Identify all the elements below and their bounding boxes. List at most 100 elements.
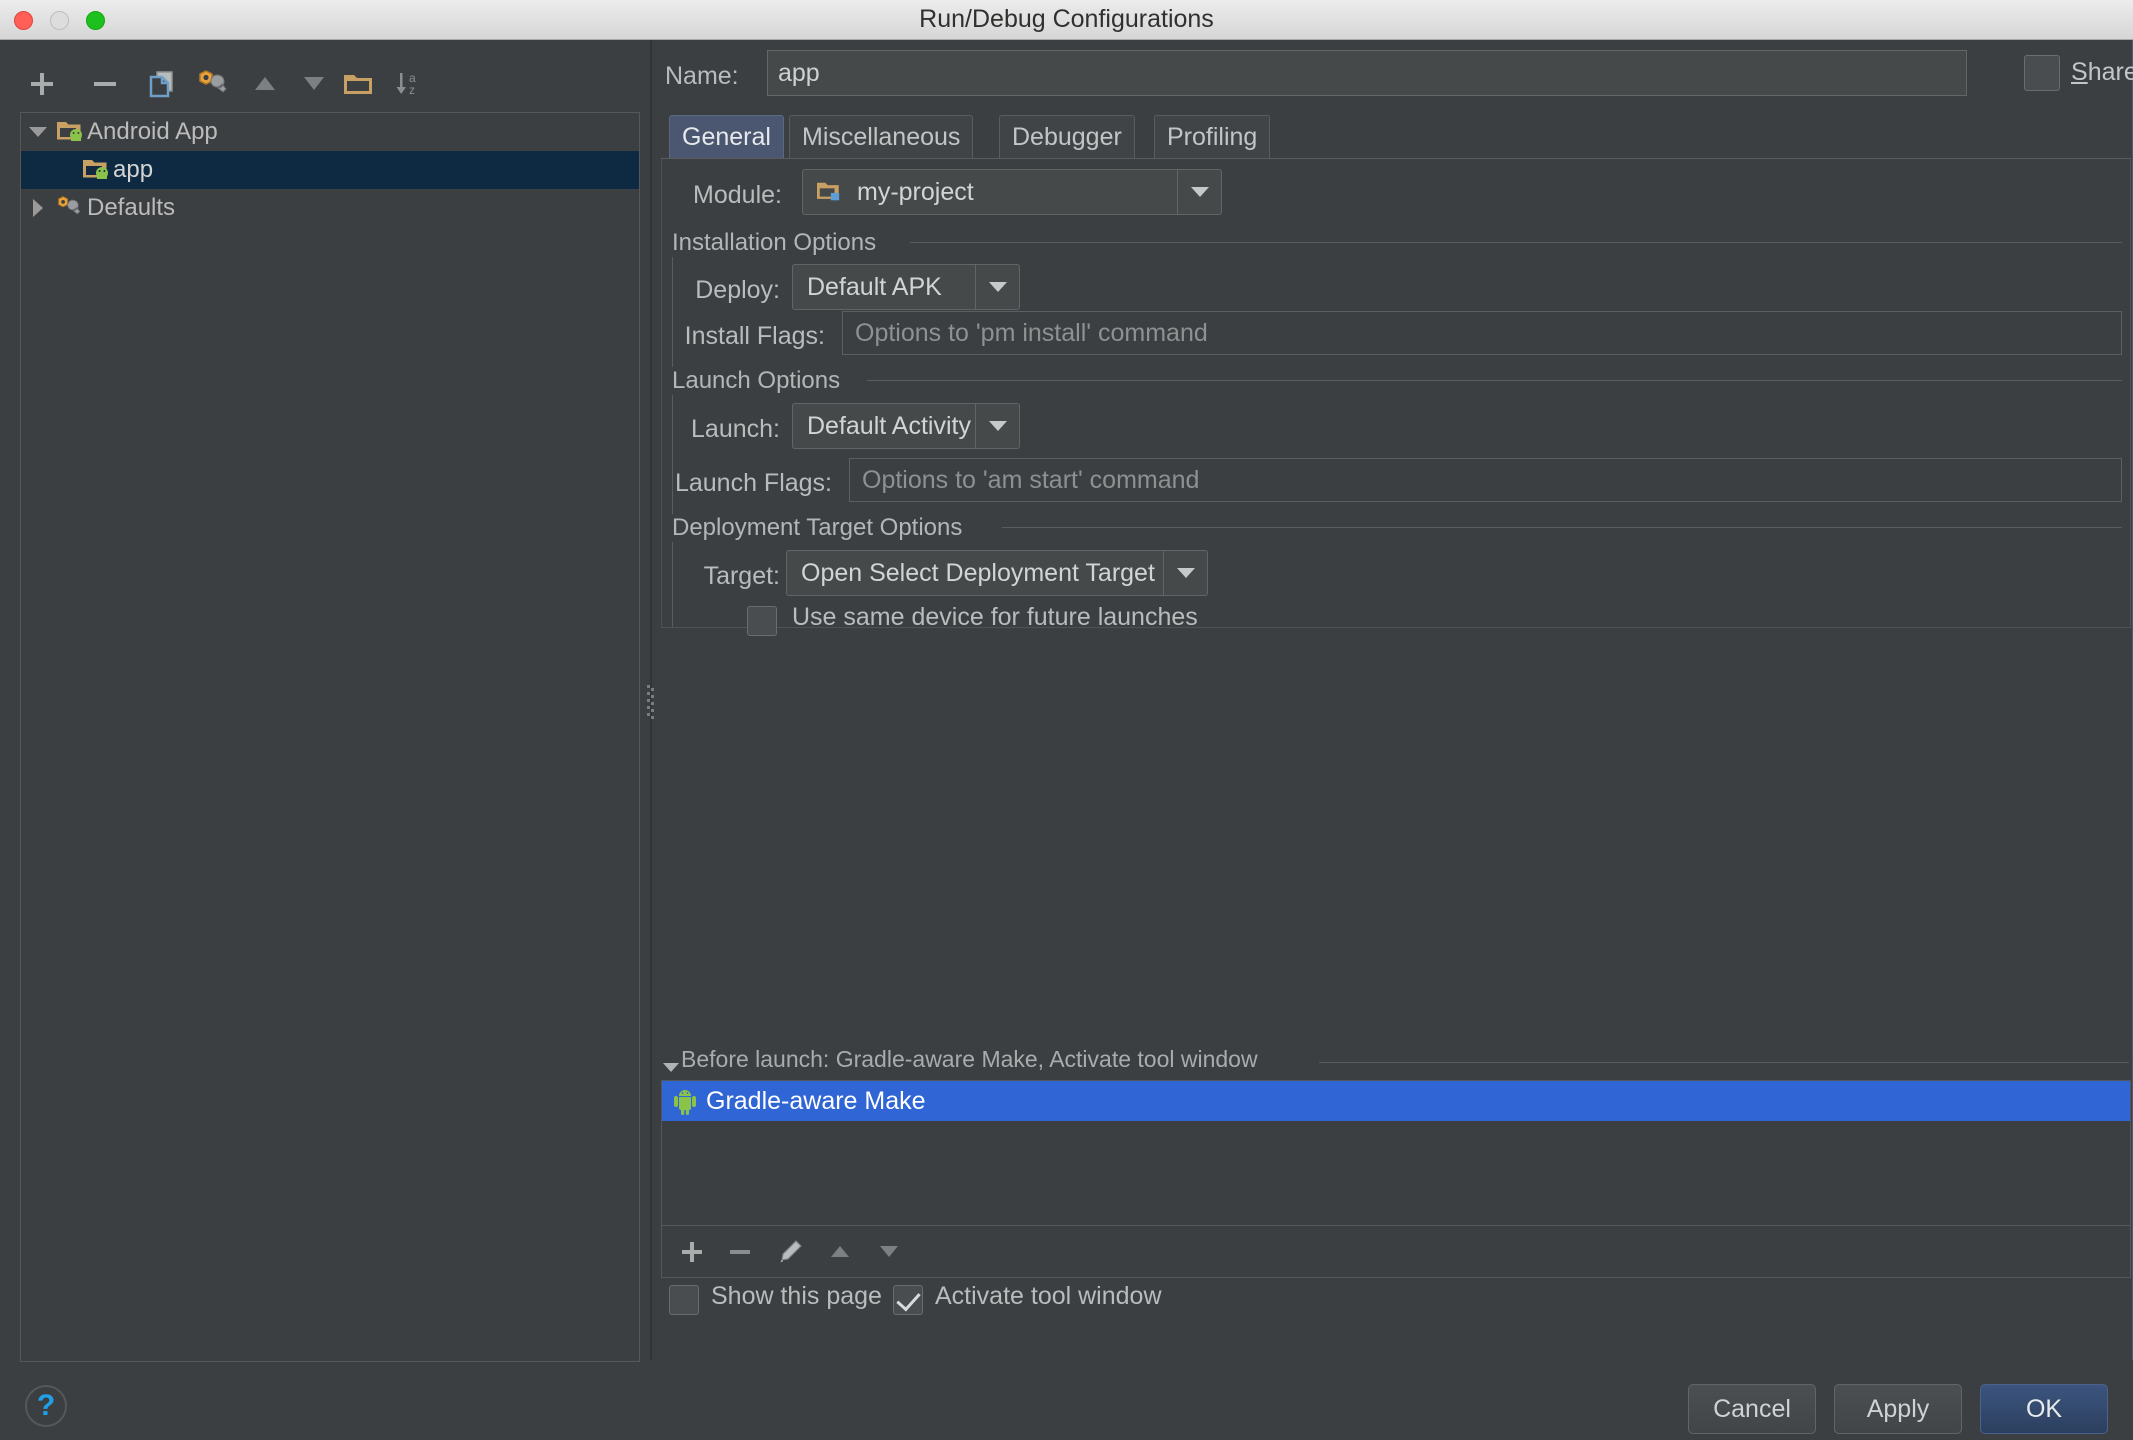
tree-item-label: app — [113, 156, 154, 183]
installation-options-title: Installation Options — [672, 229, 889, 257]
module-dropdown-arrow-icon[interactable] — [1177, 170, 1221, 214]
deploy-label: Deploy: — [695, 276, 780, 304]
before-launch-collapse-arrow-icon[interactable] — [663, 1063, 679, 1072]
tree-item-app[interactable]: app — [21, 151, 639, 189]
activate-tool-window-label: Activate tool window — [935, 1282, 1162, 1310]
folder-icon — [344, 75, 372, 94]
dialog-body: a z Android App app Defaults Name: app S… — [0, 40, 2133, 1440]
show-this-page-checkbox[interactable] — [669, 1285, 699, 1315]
launch-combobox[interactable]: Default Activity — [792, 403, 1020, 449]
before-launch-add-button[interactable] — [670, 1230, 714, 1274]
module-combobox[interactable]: my-project — [802, 169, 1222, 215]
tree-item-defaults[interactable]: Defaults — [21, 189, 639, 227]
deploy-combobox[interactable]: Default APK — [792, 264, 1020, 310]
copy-configuration-icon — [149, 71, 173, 98]
share-checkbox[interactable] — [2024, 55, 2060, 91]
launch-flags-input[interactable]: Options to 'am start' command — [849, 458, 2122, 502]
move-up-button[interactable] — [243, 62, 287, 106]
arrow-up-icon — [831, 1246, 849, 1257]
install-flags-label: Install Flags: — [684, 322, 825, 350]
add-configuration-button[interactable] — [20, 62, 64, 106]
launch-flags-label: Launch Flags: — [674, 469, 832, 497]
tree-item-label: Defaults — [87, 194, 176, 221]
before-launch-toolbar — [661, 1226, 2131, 1278]
activate-tool-window-checkbox[interactable] — [893, 1285, 923, 1315]
deploy-value: Default APK — [807, 272, 942, 301]
arrow-up-icon — [255, 77, 275, 90]
target-label: Target: — [703, 562, 780, 590]
before-launch-separator — [1319, 1062, 2129, 1063]
configurations-tree[interactable]: Android App app Defaults — [20, 112, 640, 1362]
tab-miscellaneous[interactable]: Miscellaneous — [789, 115, 974, 159]
new-folder-button[interactable] — [336, 62, 380, 106]
sort-configurations-button[interactable]: a z — [385, 62, 429, 106]
before-launch-edit-button[interactable] — [768, 1230, 812, 1274]
wrench-icon — [55, 195, 85, 221]
module-folder-icon — [803, 180, 843, 204]
share-mnemonic: S — [2071, 58, 2088, 86]
before-launch-item-gradle-aware-make[interactable]: Gradle-aware Make — [662, 1081, 2130, 1121]
cancel-button[interactable]: Cancel — [1688, 1384, 1816, 1434]
window-title: Run/Debug Configurations — [919, 5, 1214, 33]
before-launch-move-up-button[interactable] — [818, 1230, 862, 1274]
configuration-editor: Name: app Share General Miscellaneous De… — [659, 40, 2133, 1360]
installation-options-separator — [910, 242, 2122, 243]
before-launch-remove-button[interactable] — [718, 1230, 762, 1274]
tab-general[interactable]: General — [669, 115, 784, 159]
splitter-grip-icon[interactable] — [647, 685, 656, 725]
move-down-button[interactable] — [292, 62, 336, 106]
edit-defaults-button[interactable] — [190, 62, 234, 106]
general-tab-panel: Module: my-project Installation Options … — [661, 158, 2131, 636]
share-label-rest: hare — [2087, 58, 2133, 86]
window-titlebar: Run/Debug Configurations — [0, 0, 2133, 40]
before-launch-item-label: Gradle-aware Make — [706, 1086, 926, 1115]
apply-button[interactable]: Apply — [1834, 1384, 1962, 1434]
help-button[interactable]: ? — [25, 1385, 67, 1427]
use-same-device-checkbox[interactable] — [747, 606, 777, 636]
android-module-icon — [81, 157, 111, 183]
install-flags-input[interactable]: Options to 'pm install' command — [842, 311, 2122, 355]
use-same-device-label: Use same device for future launches — [792, 603, 1198, 631]
launch-options-separator — [867, 380, 2122, 381]
minus-icon — [730, 1250, 750, 1254]
deployment-target-options-title: Deployment Target Options — [672, 514, 975, 542]
minus-icon — [94, 82, 116, 86]
target-value: Open Select Deployment Target Dialog — [801, 558, 1163, 587]
target-combobox[interactable]: Open Select Deployment Target Dialog — [786, 550, 1208, 596]
expand-arrow-icon[interactable] — [21, 127, 55, 137]
tab-debugger[interactable]: Debugger — [999, 115, 1135, 159]
launch-value: Default Activity — [807, 411, 971, 440]
name-label: Name: — [665, 62, 739, 90]
question-mark-icon: ? — [36, 1389, 56, 1422]
deploy-dropdown-arrow-icon[interactable] — [975, 265, 1019, 309]
copy-configuration-button[interactable] — [140, 62, 184, 106]
wrench-icon — [199, 70, 227, 93]
collapse-arrow-icon[interactable] — [21, 199, 55, 217]
target-dropdown-arrow-icon[interactable] — [1163, 551, 1207, 595]
launch-dropdown-arrow-icon[interactable] — [975, 404, 1019, 448]
before-launch-move-down-button[interactable] — [867, 1230, 911, 1274]
before-launch-list[interactable]: Gradle-aware Make — [661, 1080, 2131, 1226]
tree-item-android-app[interactable]: Android App — [21, 113, 639, 151]
plus-icon — [31, 73, 53, 95]
configurations-toolbar: a z — [0, 62, 640, 114]
pencil-icon — [780, 1240, 802, 1263]
svg-text:z: z — [409, 83, 415, 97]
remove-configuration-button[interactable] — [83, 62, 127, 106]
launch-options-title: Launch Options — [672, 367, 853, 395]
tree-item-label: Android App — [87, 118, 218, 145]
arrow-down-icon — [880, 1246, 898, 1257]
android-module-icon — [55, 119, 85, 145]
sort-alphabetical-icon: a z — [396, 71, 416, 97]
tab-profiling[interactable]: Profiling — [1154, 115, 1271, 159]
module-label: Module: — [693, 181, 782, 209]
name-input[interactable]: app — [767, 50, 1967, 96]
module-value: my-project — [857, 177, 974, 206]
dialog-footer: ? Cancel Apply OK — [0, 1370, 2133, 1440]
plus-icon — [682, 1242, 702, 1262]
android-icon — [672, 1087, 698, 1115]
arrow-down-icon — [304, 77, 324, 90]
ok-button[interactable]: OK — [1980, 1384, 2108, 1434]
panel-splitter[interactable] — [645, 40, 659, 1360]
share-label: Share — [2071, 58, 2133, 87]
